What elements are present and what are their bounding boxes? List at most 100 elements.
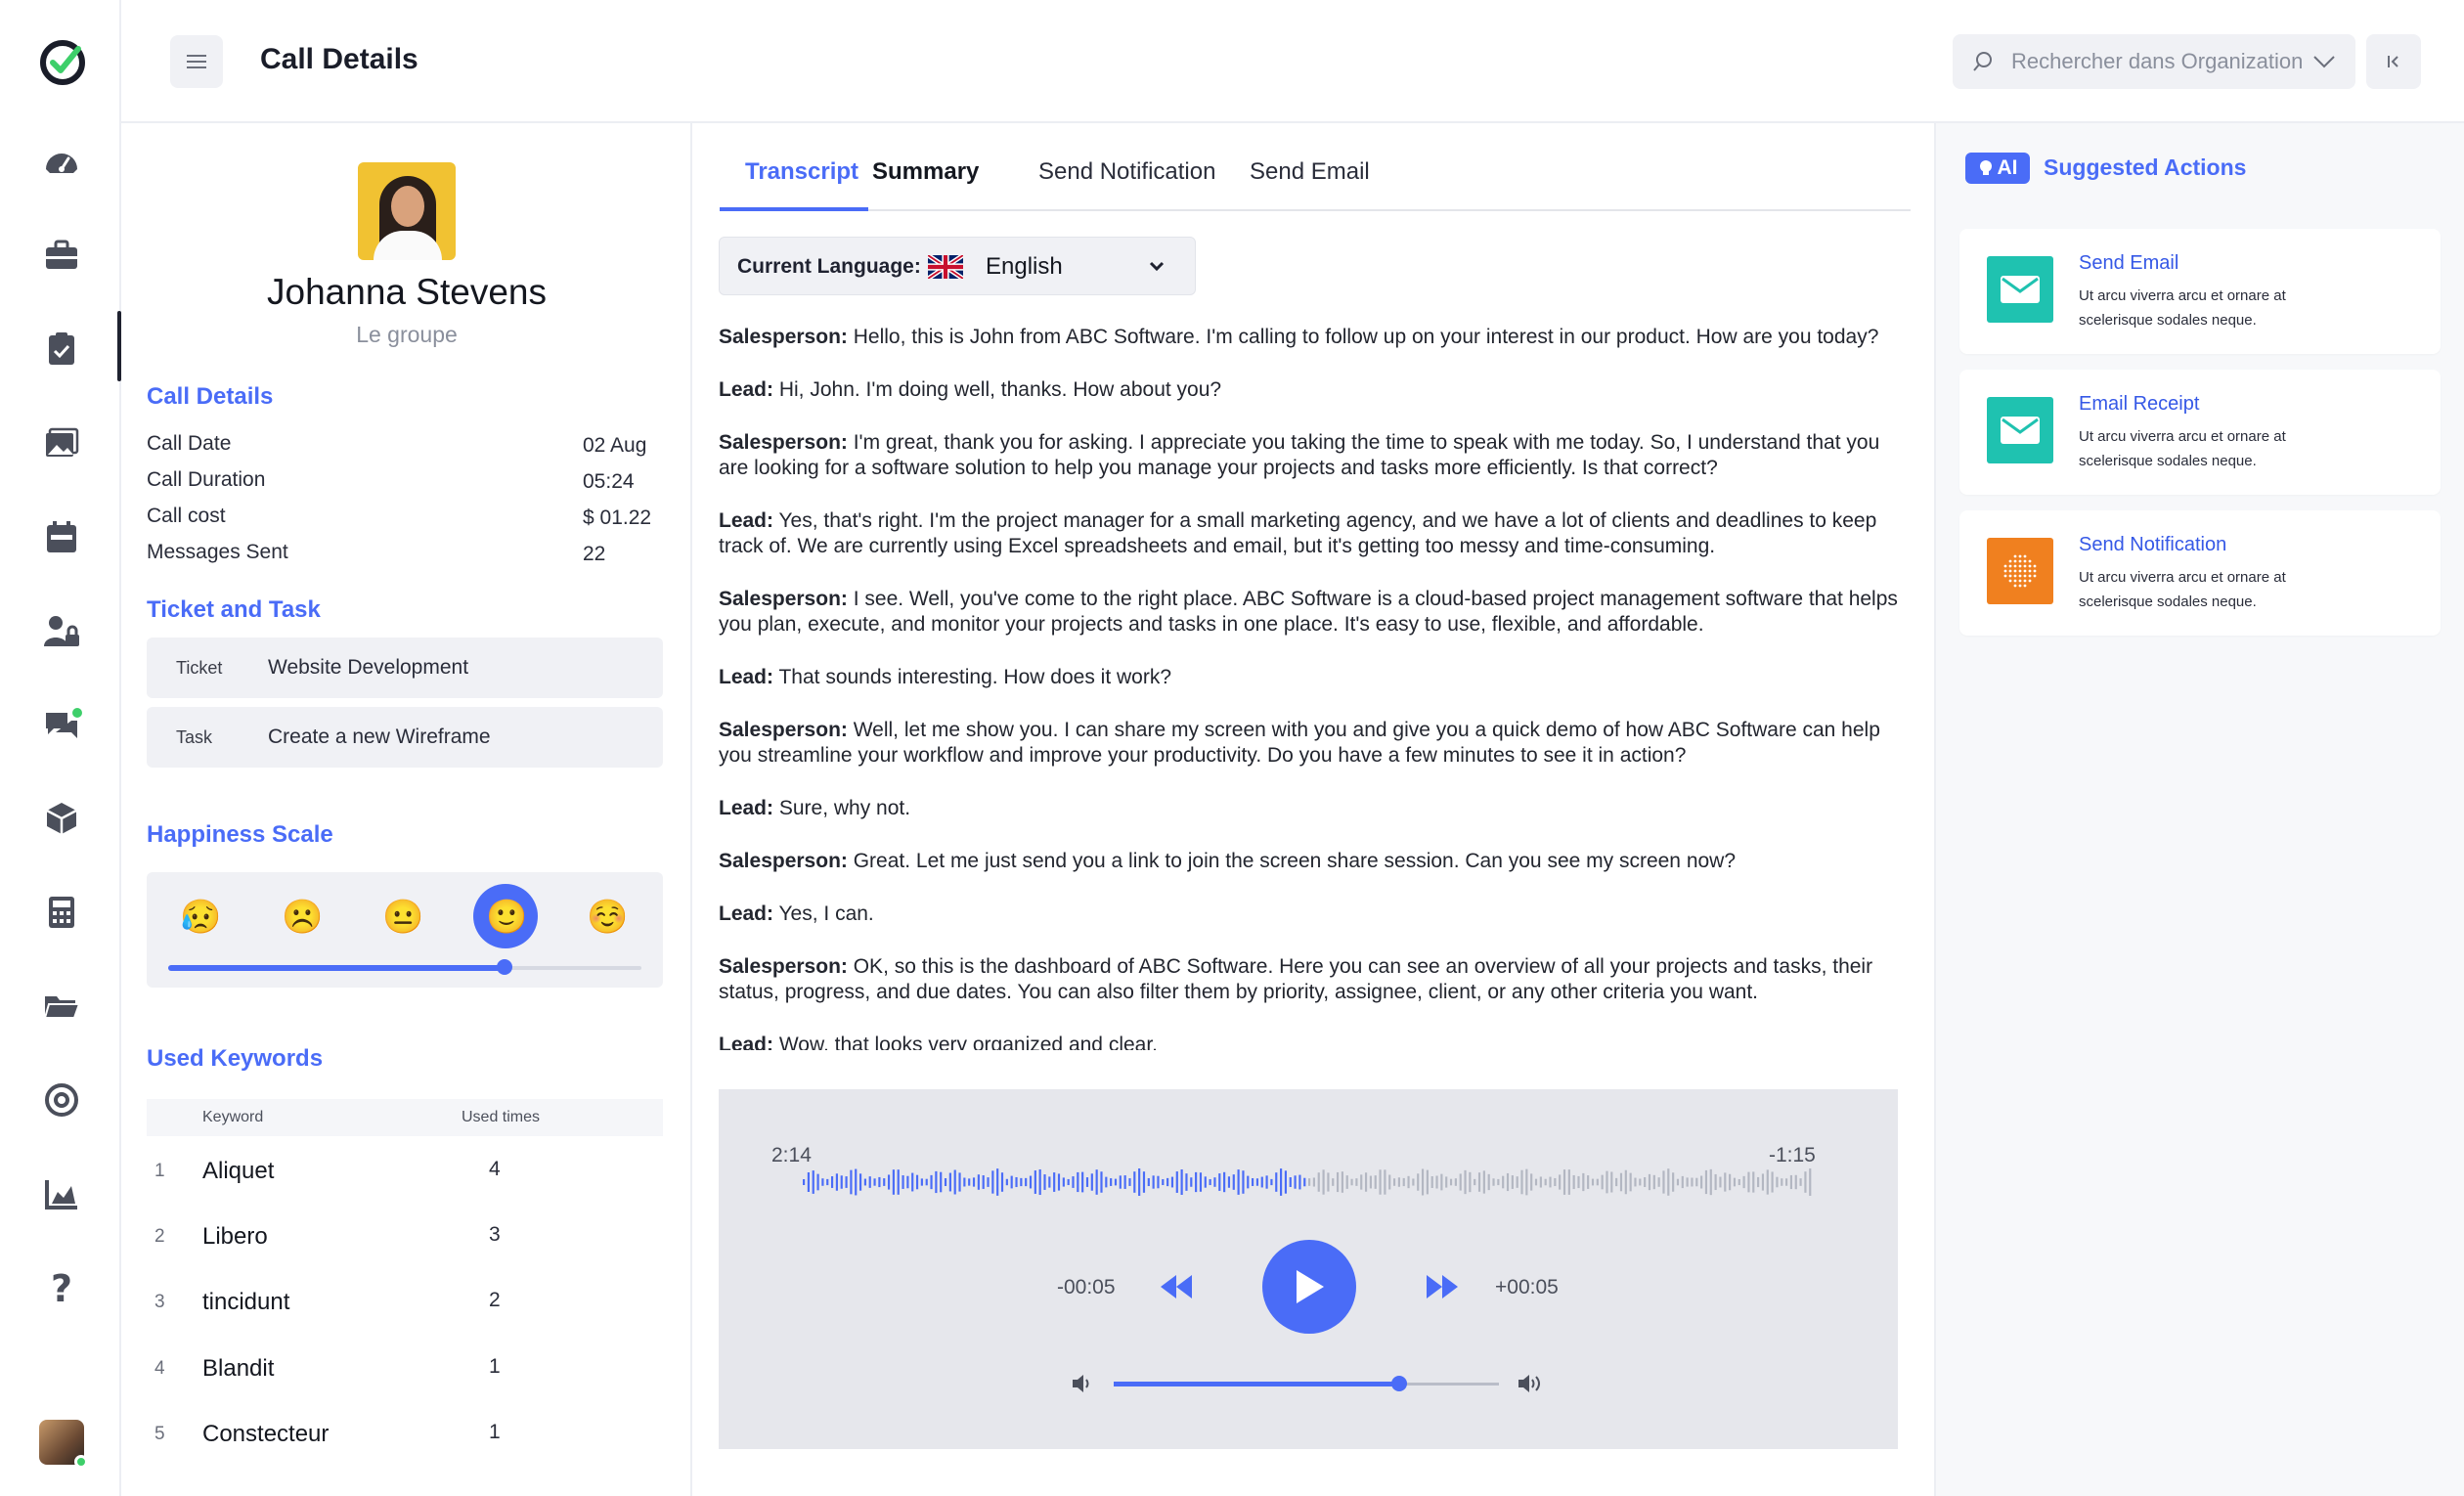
happiness-slider-handle[interactable] (496, 959, 512, 975)
chart-icon[interactable] (41, 1173, 82, 1214)
waveform-bar (1303, 1177, 1306, 1187)
target-icon[interactable] (41, 1079, 82, 1121)
rewind-icon[interactable] (1159, 1273, 1194, 1300)
profile-panel: Johanna Stevens Le groupe Call Details C… (121, 123, 692, 1496)
utterance-text: Well, let me show you. I can share my sc… (719, 719, 1880, 767)
collapse-left-icon (2388, 56, 2398, 67)
tab-send-notification[interactable]: Send Notification (1038, 158, 1215, 186)
audio-waveform[interactable] (803, 1167, 1814, 1197)
waveform-bar (1213, 1177, 1216, 1187)
waveform-bar (1511, 1175, 1514, 1189)
emoji-happy[interactable]: 🙂 (486, 898, 527, 937)
gallery-icon[interactable] (41, 422, 82, 463)
waveform-bar (1010, 1175, 1013, 1189)
transcript-line: Salesperson: I'm great, thank you for as… (719, 430, 1908, 481)
happiness-heading: Happiness Scale (147, 821, 333, 848)
waveform-bar (1294, 1175, 1297, 1189)
waveform-bar (930, 1174, 933, 1190)
calendar-icon[interactable] (41, 516, 82, 557)
folder-icon[interactable] (41, 986, 82, 1027)
waveform-bar (1781, 1178, 1783, 1186)
waveform-bar (1652, 1174, 1655, 1190)
clipboard-check-icon[interactable] (41, 329, 82, 370)
waveform-bar (1709, 1168, 1712, 1196)
waveform-bar (1610, 1171, 1613, 1193)
waveform-bar (1644, 1177, 1647, 1187)
waveform-bar (1776, 1176, 1779, 1188)
waveform-bar (1591, 1178, 1595, 1186)
dashboard-icon[interactable] (41, 141, 82, 182)
volume-high-icon[interactable] (1517, 1373, 1546, 1394)
waveform-bar (1119, 1175, 1122, 1189)
speaker-label: Lead: (719, 509, 774, 532)
waveform-bar (1157, 1175, 1160, 1189)
waveform-bar (1676, 1178, 1680, 1186)
waveform-bar (1227, 1176, 1231, 1188)
waveform-bar (1100, 1171, 1103, 1193)
transcript-line: Lead: Sure, why not. (719, 796, 1908, 821)
play-button[interactable] (1262, 1240, 1356, 1334)
user-lock-icon[interactable] (41, 610, 82, 651)
waveform-bar (1128, 1178, 1131, 1186)
waveform-bar (1601, 1174, 1604, 1190)
utterance-text: OK, so this is the dashboard of ABC Soft… (719, 955, 1873, 1003)
waveform-bar (1402, 1177, 1405, 1187)
waveform-bar (1615, 1177, 1618, 1187)
table-row: 4 Blandit 1 (147, 1349, 663, 1388)
waveform-bar (996, 1168, 999, 1196)
waveform-bar (1577, 1175, 1580, 1189)
row-number: 4 (154, 1358, 165, 1379)
app-logo-icon[interactable] (39, 39, 86, 86)
waveform-bar (1180, 1169, 1183, 1195)
waveform-bar (935, 1170, 938, 1194)
waveform-bar (1110, 1178, 1113, 1186)
search-input[interactable] (2011, 49, 2312, 74)
waveform-bar (977, 1174, 980, 1190)
menu-button[interactable] (170, 35, 223, 88)
chevron-down-icon[interactable] (2312, 55, 2336, 68)
waveform-bar (963, 1177, 966, 1187)
ticket-row[interactable]: Ticket Website Development (147, 638, 663, 698)
call-date-row: Call Date 02 Aug (147, 432, 655, 457)
keyword: tincidunt (202, 1289, 290, 1315)
emoji-neutral[interactable]: 😐 (382, 898, 423, 937)
waveform-bar (1794, 1174, 1797, 1190)
briefcase-icon[interactable] (41, 235, 82, 276)
suggested-action-send-email[interactable]: Send Email Ut arcu viverra arcu et ornar… (1959, 229, 2441, 354)
row-number: 2 (154, 1226, 165, 1247)
transcript-line: Salesperson: Great. Let me just send you… (719, 849, 1908, 874)
tab-send-email[interactable]: Send Email (1250, 158, 1370, 186)
search-bar[interactable] (1953, 34, 2355, 89)
help-icon[interactable]: ? (41, 1267, 82, 1308)
detail-label: Call Date (147, 432, 232, 455)
emoji-very-sad[interactable]: 😥 (180, 898, 221, 937)
waveform-bar (1199, 1172, 1203, 1192)
emoji-very-happy[interactable]: ☺️ (587, 898, 628, 937)
volume-low-icon[interactable] (1071, 1373, 1094, 1394)
language-select[interactable]: Current Language: English (719, 237, 1196, 295)
waveform-bar (1327, 1172, 1330, 1192)
transcript-line: Salesperson: OK, so this is the dashboar… (719, 954, 1908, 1005)
waveform-bar (850, 1169, 853, 1195)
waveform-bar (1345, 1175, 1348, 1189)
waveform-bar (1482, 1170, 1485, 1194)
task-label: Task (176, 727, 213, 747)
suggested-action-email-receipt[interactable]: Email Receipt Ut arcu viverra arcu et or… (1959, 370, 2441, 495)
task-row[interactable]: Task Create a new Wireframe (147, 707, 663, 768)
waveform-bar (1469, 1171, 1472, 1193)
box-icon[interactable] (41, 798, 82, 839)
tab-transcript[interactable]: Transcript (745, 158, 858, 186)
collapse-panel-button[interactable] (2366, 34, 2421, 89)
waveform-bar (1714, 1173, 1717, 1191)
main-panel: Transcript Summary Send Notification Sen… (694, 123, 1934, 1496)
utterance-text: Great. Let me just send you a link to jo… (847, 850, 1737, 872)
suggested-action-send-notification[interactable]: Send Notification Ut arcu viverra arcu e… (1959, 510, 2441, 636)
waveform-bar (1341, 1171, 1343, 1193)
emoji-sad[interactable]: ☹️ (282, 898, 323, 937)
calculator-icon[interactable] (41, 892, 82, 933)
waveform-bar (1020, 1177, 1023, 1187)
volume-slider-handle[interactable] (1390, 1376, 1407, 1391)
tab-summary[interactable]: Summary (872, 158, 979, 186)
fast-forward-icon[interactable] (1425, 1273, 1460, 1300)
waveform-bar (1624, 1169, 1627, 1195)
